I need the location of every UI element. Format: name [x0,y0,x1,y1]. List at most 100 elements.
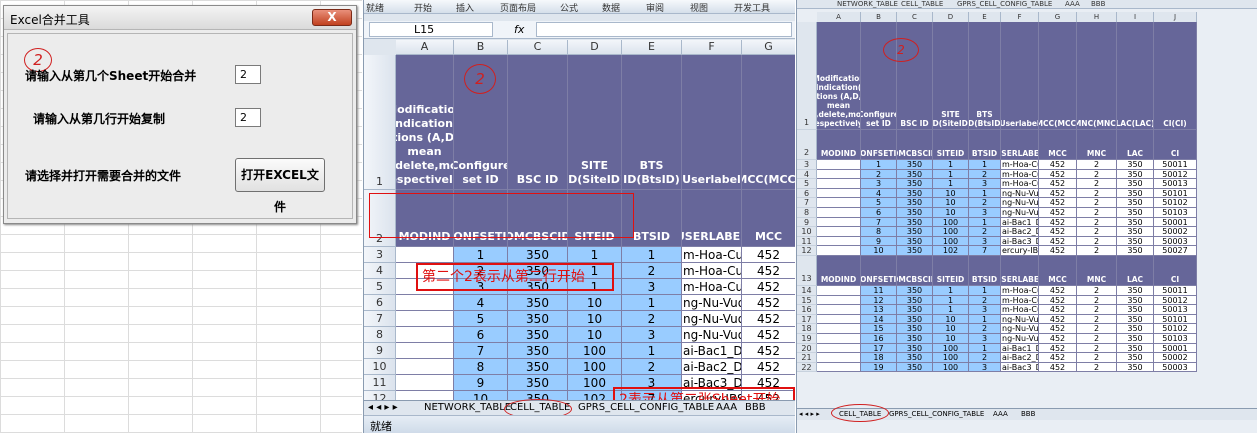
table-cell[interactable]: 350 [1117,188,1154,199]
table-cell[interactable]: 2 [969,198,1001,208]
column-header[interactable]: E [969,12,1001,22]
table-cell[interactable]: 3 [969,208,1001,218]
table-cell[interactable]: 2 [622,359,682,375]
table-cell[interactable]: 452 [1039,208,1077,218]
header-cell[interactable]: LAC [1117,130,1154,160]
table-cell[interactable]: 1 [933,295,969,306]
table-cell[interactable]: 1 [933,169,969,180]
table-cell[interactable]: 1 [568,247,622,263]
sheet-tab[interactable]: BBB [1091,0,1105,8]
sheet-tab[interactable]: AAA [1065,0,1080,8]
table-cell[interactable]: ng-Nu-Vuong [1001,314,1039,325]
table-cell[interactable]: 2 [969,169,1001,180]
table-cell[interactable] [817,169,861,180]
table-cell[interactable]: 1 [969,160,1001,170]
header-cell[interactable]: LAC [1117,256,1154,286]
table-cell[interactable]: 2 [969,227,1001,237]
table-cell[interactable]: 452 [1039,305,1077,315]
ribbon-tab[interactable]: 数据 [602,1,620,14]
table-cell[interactable]: 50101 [1154,314,1197,325]
sheet-tab[interactable]: AAA [716,402,737,413]
column-header[interactable]: C [897,12,933,22]
table-cell[interactable]: 1 [933,179,969,189]
sheet-tab[interactable]: NETWORK_TABLE [424,402,511,413]
table-cell[interactable]: 2 [1077,169,1117,180]
header-cell[interactable]: MNC(MNC) [1077,22,1117,130]
table-cell[interactable]: 350 [508,359,568,375]
table-cell[interactable]: 100 [933,227,969,237]
header-cell[interactable]: BSC ID [508,55,568,190]
table-cell[interactable]: 2 [1077,208,1117,218]
row-header[interactable]: 1 [364,55,396,190]
row-header[interactable]: 10 [364,359,396,375]
table-cell[interactable] [396,327,454,343]
table-cell[interactable]: 350 [897,362,933,373]
table-cell[interactable]: 100 [933,362,969,373]
table-cell[interactable]: 9 [454,375,508,391]
row-header[interactable]: 11 [797,236,817,247]
header-cell[interactable]: OMCBSCID [897,256,933,286]
row-header[interactable]: 16 [797,305,817,315]
table-cell[interactable]: 14 [861,314,897,325]
header-cell[interactable]: MCC [742,190,795,247]
table-cell[interactable]: 2 [622,311,682,327]
table-cell[interactable]: 8 [861,227,897,237]
table-cell[interactable]: 50003 [1154,362,1197,373]
header-cell[interactable]: SITE ID(SiteID) [568,55,622,190]
tab-nav-arrows[interactable]: ◂ ◂ ▸ ▸ [799,410,820,418]
header-cell[interactable]: CI(CI) [1154,22,1197,130]
table-cell[interactable]: 350 [1117,198,1154,208]
sheet-tab[interactable]: NETWORK_TABLE [837,0,898,8]
table-cell[interactable]: 1 [622,295,682,311]
header-cell[interactable]: BTSID [969,130,1001,160]
table-cell[interactable]: 50011 [1154,286,1197,296]
table-cell[interactable]: 13 [861,305,897,315]
table-cell[interactable]: 350 [897,169,933,180]
table-cell[interactable] [817,160,861,170]
column-header[interactable]: H [1077,12,1117,22]
column-header[interactable]: C [508,40,568,55]
table-cell[interactable] [817,217,861,228]
header-cell[interactable]: MNC [1077,256,1117,286]
table-cell[interactable]: 452 [1039,334,1077,344]
table-cell[interactable]: 350 [897,295,933,306]
table-cell[interactable]: 10 [861,246,897,256]
sheet-tab[interactable]: GPRS_CELL_CONFIG_TABLE [578,402,714,413]
table-cell[interactable]: m-Hoa-Cuong [1001,305,1039,315]
table-cell[interactable] [817,314,861,325]
header-cell[interactable]: MODIND [817,256,861,286]
table-cell[interactable]: 350 [897,314,933,325]
header-cell[interactable]: CONFSETID [861,130,897,160]
table-cell[interactable] [817,227,861,237]
row-header[interactable]: 8 [364,327,396,343]
table-cell[interactable]: 100 [933,236,969,247]
table-cell[interactable]: 350 [897,236,933,247]
table-cell[interactable]: m-Hoa-Cuong [1001,179,1039,189]
column-header[interactable]: B [454,40,508,55]
table-cell[interactable]: ai-Bac2_DN [1001,353,1039,363]
table-cell[interactable]: 50103 [1154,334,1197,344]
open-excel-button[interactable]: 打开EXCEL文件 [235,158,325,214]
column-header[interactable]: A [396,40,454,55]
row-header[interactable]: 18 [797,324,817,334]
table-cell[interactable]: 100 [933,217,969,228]
row-header[interactable]: 10 [797,227,817,237]
table-cell[interactable]: m-Hoa-Cuong [1001,286,1039,296]
table-cell[interactable]: 10 [933,324,969,334]
column-header[interactable]: G [1039,12,1077,22]
table-cell[interactable]: 350 [1117,286,1154,296]
table-cell[interactable]: ai-Bac2_DN [1001,227,1039,237]
table-cell[interactable]: 2 [1077,295,1117,306]
table-cell[interactable]: 452 [1039,324,1077,334]
table-cell[interactable]: 1 [933,286,969,296]
header-cell[interactable]: USERLABEL [1001,130,1039,160]
column-header[interactable]: E [622,40,682,55]
table-cell[interactable]: 50002 [1154,353,1197,363]
table-cell[interactable]: 17 [861,343,897,354]
header-cell[interactable]: SITEID [933,130,969,160]
table-cell[interactable]: 1 [861,160,897,170]
table-cell[interactable] [817,246,861,256]
table-cell[interactable]: 3 [969,236,1001,247]
row-header[interactable]: 15 [797,295,817,306]
table-cell[interactable]: 3 [969,179,1001,189]
